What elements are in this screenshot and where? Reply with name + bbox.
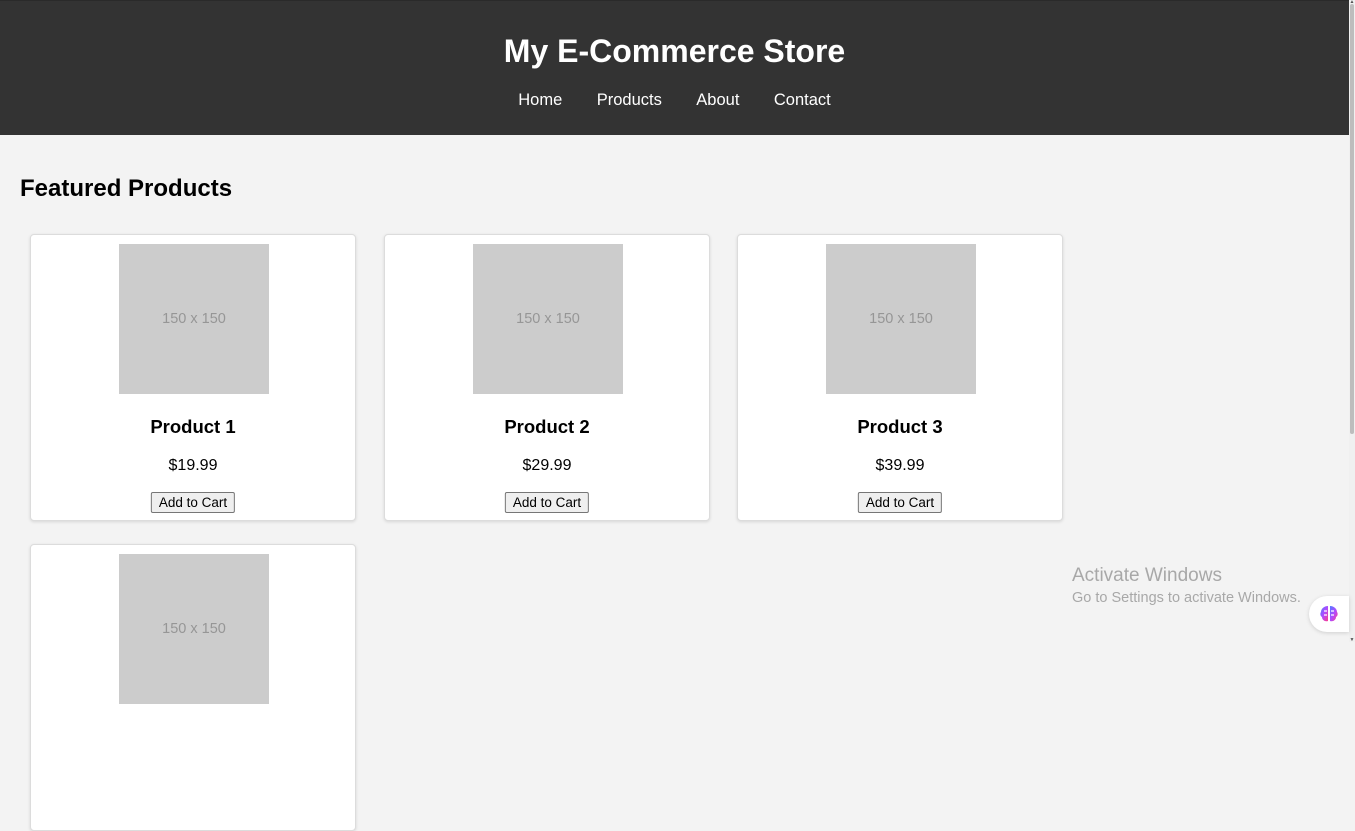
- product-card-3: 150 x 150 Product 3 $39.99 Add to Cart: [737, 234, 1063, 521]
- activate-windows-watermark: Activate Windows Go to Settings to activ…: [1072, 565, 1301, 608]
- product-price: $19.99: [168, 457, 218, 474]
- nav-link-products[interactable]: Products: [597, 89, 662, 111]
- assistant-button[interactable]: [1309, 596, 1349, 632]
- product-image: 150 x 150: [473, 244, 623, 394]
- brain-icon: [1320, 606, 1338, 622]
- nav-link-contact[interactable]: Contact: [774, 89, 831, 111]
- add-to-cart-button[interactable]: Add to Cart: [150, 492, 236, 513]
- vertical-scrollbar[interactable]: ▲ ▼: [1349, 0, 1355, 643]
- image-placeholder-label: 150 x 150: [162, 311, 226, 327]
- product-card-1: 150 x 150 Product 1 $19.99 Add to Cart: [30, 234, 356, 521]
- product-image: 150 x 150: [119, 244, 269, 394]
- nav-link-home[interactable]: Home: [518, 89, 562, 111]
- add-to-cart-button[interactable]: Add to Cart: [857, 492, 943, 513]
- watermark-subtitle: Go to Settings to activate Windows.: [1072, 590, 1301, 606]
- image-placeholder-label: 150 x 150: [162, 621, 226, 637]
- product-price: $39.99: [875, 457, 925, 474]
- site-title: My E-Commerce Store: [503, 33, 846, 69]
- image-placeholder-label: 150 x 150: [869, 311, 933, 327]
- product-image: 150 x 150: [119, 554, 269, 704]
- add-to-cart-button[interactable]: Add to Cart: [504, 492, 590, 513]
- product-image: 150 x 150: [826, 244, 976, 394]
- product-name: Product 2: [504, 416, 590, 437]
- product-card-2: 150 x 150 Product 2 $29.99 Add to Cart: [384, 234, 710, 521]
- featured-products-heading: Featured Products: [20, 175, 233, 202]
- nav-link-about[interactable]: About: [696, 89, 739, 111]
- product-price: $29.99: [522, 457, 572, 474]
- main-nav: Home Products About Contact: [0, 89, 1349, 111]
- product-card-4: 150 x 150: [30, 544, 356, 831]
- product-name: Product 1: [150, 416, 236, 437]
- product-name: Product 3: [857, 416, 943, 437]
- site-header: My E-Commerce Store Home Products About …: [0, 0, 1349, 135]
- scrollbar-thumb[interactable]: [1350, 4, 1354, 434]
- image-placeholder-label: 150 x 150: [516, 311, 580, 327]
- watermark-title: Activate Windows: [1072, 565, 1222, 586]
- scroll-down-arrow-icon[interactable]: ▼: [1349, 638, 1355, 643]
